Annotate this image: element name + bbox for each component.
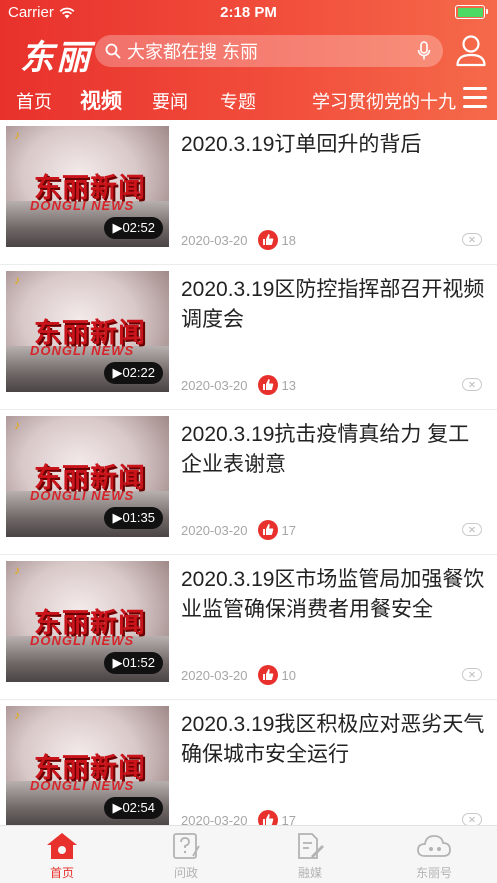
article-meta: 2020-03-20 17 <box>181 520 296 540</box>
article-title[interactable]: 2020.3.19区市场监管局加强餐饮业监管确保消费者用餐安全 <box>181 565 487 625</box>
like-count: 17 <box>281 522 296 538</box>
article-title[interactable]: 2020.3.19抗击疫情真给力 复工企业表谢意 <box>181 420 487 480</box>
dismiss-icon[interactable] <box>462 523 482 536</box>
article-title[interactable]: 2020.3.19区防控指挥部召开视频调度会 <box>181 275 487 335</box>
article-meta: 2020-03-20 13 <box>181 375 296 395</box>
dismiss-icon[interactable] <box>462 668 482 681</box>
thumbnail-subtitle: DONGLI NEWS <box>30 343 135 358</box>
tabbar-item-wenzheng[interactable]: 问政 <box>146 832 226 881</box>
tabbar-label: 首页 <box>49 866 74 880</box>
tabbar-item-home[interactable]: 首页 <box>22 832 102 881</box>
thumbs-up-icon[interactable] <box>257 810 278 825</box>
video-thumbnail[interactable]: ♪ 东丽新闻 DONGLI NEWS ▶02:52 <box>6 126 169 247</box>
dismiss-icon[interactable] <box>462 378 482 391</box>
duration-badge: ▶02:54 <box>104 797 163 819</box>
user-icon[interactable] <box>455 34 487 68</box>
play-icon: ▶ <box>112 510 123 525</box>
tab-study[interactable]: 学习贯彻党的十九 <box>312 88 456 114</box>
list-item[interactable]: ♪ 东丽新闻 DONGLI NEWS ▶02:52 2020.3.19订单回升的… <box>0 120 497 265</box>
duration-badge: ▶01:52 <box>104 652 163 674</box>
app-logo: 东丽 <box>20 38 92 78</box>
tabbar-item-donglihao[interactable]: 东丽号 <box>394 832 474 881</box>
dismiss-icon[interactable] <box>462 813 482 825</box>
like-count: 17 <box>281 812 296 826</box>
video-list: ♪ 东丽新闻 DONGLI NEWS ▶02:52 2020.3.19订单回升的… <box>0 120 497 825</box>
article-meta: 2020-03-20 18 <box>181 230 296 250</box>
video-thumbnail[interactable]: ♪ 东丽新闻 DONGLI NEWS ▶02:22 <box>6 271 169 392</box>
article-date: 2020-03-20 <box>181 812 248 826</box>
duration-text: 01:52 <box>122 655 155 670</box>
dismiss-icon[interactable] <box>462 233 482 246</box>
thumbnail-subtitle: DONGLI NEWS <box>30 633 135 648</box>
article-meta: 2020-03-20 17 <box>181 810 296 825</box>
like-count: 13 <box>281 377 296 393</box>
list-item[interactable]: ♪ 东丽新闻 DONGLI NEWS ▶02:54 2020.3.19我区积极应… <box>0 700 497 825</box>
video-thumbnail[interactable]: ♪ 东丽新闻 DONGLI NEWS ▶02:54 <box>6 706 169 825</box>
article-date: 2020-03-20 <box>181 522 248 538</box>
thumbnail-subtitle: DONGLI NEWS <box>30 488 135 503</box>
question-icon <box>173 833 200 859</box>
thumbs-up-icon[interactable] <box>257 520 278 540</box>
play-icon: ▶ <box>112 655 123 670</box>
list-item[interactable]: ♪ 东丽新闻 DONGLI NEWS ▶02:22 2020.3.19区防控指挥… <box>0 265 497 410</box>
duration-text: 02:52 <box>122 220 155 235</box>
home-icon <box>47 833 77 859</box>
duration-badge: ▶02:22 <box>104 362 163 384</box>
app-header: Carrier 2:18 PM 东丽 大家都在搜 东丽 首页 视频 要闻 专题 … <box>0 0 497 120</box>
music-note-icon: ♪ <box>14 563 20 577</box>
video-thumbnail[interactable]: ♪ 东丽新闻 DONGLI NEWS ▶01:35 <box>6 416 169 537</box>
channel-nav: 首页 视频 要闻 专题 学习贯彻党的十九 <box>0 84 497 114</box>
music-note-icon: ♪ <box>14 708 20 722</box>
article-date: 2020-03-20 <box>181 232 248 248</box>
list-item[interactable]: ♪ 东丽新闻 DONGLI NEWS ▶01:35 2020.3.19抗击疫情真… <box>0 410 497 555</box>
music-note-icon: ♪ <box>14 128 20 142</box>
like-count: 18 <box>281 232 296 248</box>
tab-video[interactable]: 视频 <box>80 85 122 115</box>
thumbs-up-icon[interactable] <box>257 230 278 250</box>
thumbnail-subtitle: DONGLI NEWS <box>30 778 135 793</box>
article-title[interactable]: 2020.3.19订单回升的背后 <box>181 130 487 160</box>
duration-badge: ▶02:52 <box>104 217 163 239</box>
search-bar[interactable]: 大家都在搜 东丽 <box>95 35 443 67</box>
article-date: 2020-03-20 <box>181 377 248 393</box>
thumbs-up-icon[interactable] <box>257 665 278 685</box>
duration-text: 02:22 <box>122 365 155 380</box>
battery-icon <box>455 5 488 19</box>
search-placeholder: 大家都在搜 东丽 <box>127 42 259 62</box>
search-icon <box>105 43 121 59</box>
duration-text: 01:35 <box>122 510 155 525</box>
media-edit-icon <box>298 833 324 859</box>
duration-badge: ▶01:35 <box>104 507 163 529</box>
video-thumbnail[interactable]: ♪ 东丽新闻 DONGLI NEWS ▶01:52 <box>6 561 169 682</box>
music-note-icon: ♪ <box>14 273 20 287</box>
bottom-tab-bar: 首页 问政 融媒 东丽号 <box>0 825 497 883</box>
article-title[interactable]: 2020.3.19我区积极应对恶劣天气 确保城市安全运行 <box>181 710 487 770</box>
thumbnail-subtitle: DONGLI NEWS <box>30 198 135 213</box>
tab-topics[interactable]: 专题 <box>220 88 256 114</box>
tabbar-label: 融媒 <box>297 866 322 880</box>
cloud-icon <box>417 835 451 857</box>
tabbar-label: 东丽号 <box>415 866 452 880</box>
tabbar-label: 问政 <box>173 866 198 880</box>
tab-home[interactable]: 首页 <box>16 88 52 114</box>
mic-icon[interactable] <box>417 41 431 61</box>
menu-icon[interactable] <box>463 87 487 109</box>
tabbar-item-rongmei[interactable]: 融媒 <box>270 832 350 881</box>
play-icon: ▶ <box>112 800 123 815</box>
list-item[interactable]: ♪ 东丽新闻 DONGLI NEWS ▶01:52 2020.3.19区市场监管… <box>0 555 497 700</box>
status-bar: Carrier 2:18 PM <box>0 0 497 24</box>
duration-text: 02:54 <box>122 800 155 815</box>
like-count: 10 <box>281 667 296 683</box>
article-date: 2020-03-20 <box>181 667 248 683</box>
music-note-icon: ♪ <box>14 418 20 432</box>
play-icon: ▶ <box>112 220 123 235</box>
tab-headlines[interactable]: 要闻 <box>152 88 188 114</box>
article-meta: 2020-03-20 10 <box>181 665 296 685</box>
play-icon: ▶ <box>112 365 123 380</box>
clock: 2:18 PM <box>220 4 277 21</box>
thumbs-up-icon[interactable] <box>257 375 278 395</box>
